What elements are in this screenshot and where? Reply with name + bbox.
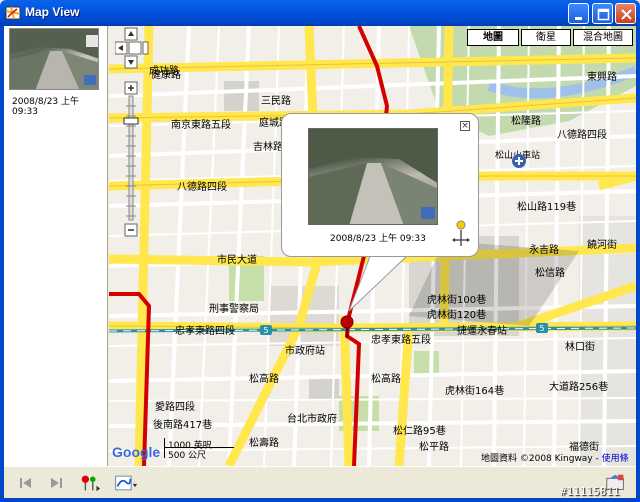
bottom-toolbar xyxy=(4,466,636,498)
street-label: 吉林路 xyxy=(253,142,283,153)
scale-meters: 500 公尺 xyxy=(168,451,207,461)
first-photo-icon[interactable] xyxy=(14,472,38,494)
google-logo[interactable]: Google xyxy=(112,444,160,460)
last-photo-icon[interactable] xyxy=(44,472,68,494)
copyright-text: 地圖資料 ©2008 Kingway - xyxy=(481,454,602,464)
map-view-app-icon xyxy=(5,6,21,20)
photo-popup: 2008/8/23 上午 09:33 × xyxy=(281,113,479,257)
street-label: 松仁路95巷 xyxy=(393,426,446,437)
street-label: 八德路四段 xyxy=(557,130,607,141)
photo-thumbnail[interactable] xyxy=(9,28,99,90)
popup-photo[interactable] xyxy=(308,128,438,225)
thumbnail-date: 2008/8/23 上午 09:33 xyxy=(12,97,80,117)
title-bar: Map View xyxy=(0,0,640,26)
map-scale: 1000 英呎 500 公尺 xyxy=(164,438,254,461)
street-label: 大道路256巷 xyxy=(549,382,609,393)
window-frame-right xyxy=(636,26,640,498)
street-label: 南京東路五段 xyxy=(171,120,231,131)
street-label: 林口街 xyxy=(565,342,595,353)
mrt-station-icon: 5 xyxy=(260,325,272,335)
street-label: 松隆路 xyxy=(511,116,541,127)
minimize-button[interactable] xyxy=(568,3,589,24)
popup-date: 2008/8/23 上午 09:33 xyxy=(330,234,426,244)
minimize-icon xyxy=(575,17,582,20)
street-label: 松信路 xyxy=(535,268,565,279)
street-label: 捷運永春站 xyxy=(457,326,507,337)
street-label: 饒河街 xyxy=(587,240,617,251)
photo-list-panel: 2008/8/23 上午 09:33 xyxy=(4,26,108,466)
street-label: 三民路 xyxy=(261,96,291,107)
map-type-map-button[interactable]: 地圖 xyxy=(467,29,519,46)
watermark: #11115811 xyxy=(560,485,620,498)
window-title: Map View xyxy=(25,5,80,19)
google-logo-text: Google xyxy=(112,444,161,460)
close-button[interactable] xyxy=(615,3,636,24)
map-type-satellite-button[interactable]: 衛星 xyxy=(521,29,571,46)
street-label: 後南路417巷 xyxy=(153,420,213,431)
map-canvas[interactable]: 成功路 健康路 南京東路五段 八德路四段 市民大道 忠孝東路四段 忠孝東路五段 … xyxy=(109,26,636,466)
street-label: 虎林街164巷 xyxy=(445,386,505,397)
pegman-icon[interactable] xyxy=(450,220,472,248)
train-station-icon xyxy=(512,154,526,168)
street-label: 東興路 xyxy=(587,72,617,83)
street-label: 八德路四段 xyxy=(177,182,227,193)
street-label: 虎林街100巷 xyxy=(427,295,487,306)
map-type-hybrid-button[interactable]: 混合地圖 xyxy=(573,29,633,46)
street-label: 松山路119巷 xyxy=(517,202,577,213)
place-label: 台北市政府 xyxy=(287,414,337,425)
street-label: 松高路 xyxy=(249,374,279,385)
pan-zoom-control[interactable] xyxy=(115,26,149,240)
street-label: 松高路 xyxy=(371,374,401,385)
svg-text:5: 5 xyxy=(539,324,544,333)
popup-photo-image xyxy=(309,129,437,224)
mrt-station-icon: 5 xyxy=(536,323,548,333)
street-label: 忠孝東路五段 xyxy=(371,335,431,346)
popup-close-button[interactable]: × xyxy=(460,121,470,131)
scale-feet-bar: 1000 英呎 xyxy=(164,438,234,451)
street-label: 永吉路 xyxy=(529,245,559,256)
svg-text:5: 5 xyxy=(263,326,268,335)
street-label: 健康路 xyxy=(151,70,181,81)
window-frame-bottom xyxy=(0,498,640,502)
thumbnail-image xyxy=(10,29,98,89)
maximize-icon xyxy=(597,8,610,21)
street-label: 松平路 xyxy=(419,442,449,453)
street-label: 愛路四段 xyxy=(155,402,195,413)
close-icon xyxy=(621,9,632,20)
street-label: 市政府站 xyxy=(285,346,325,357)
street-label: 虎林街120巷 xyxy=(427,310,487,321)
maximize-button[interactable] xyxy=(592,3,613,24)
place-label: 刑事警察局 xyxy=(209,304,259,315)
street-label: 市民大道 xyxy=(217,255,257,266)
route-tool-icon[interactable] xyxy=(114,472,138,494)
street-label: 忠孝東路四段 xyxy=(175,326,235,337)
add-marker-icon[interactable] xyxy=(78,472,102,494)
map-copyright: 地圖資料 ©2008 Kingway - 使用條款 xyxy=(481,451,636,466)
